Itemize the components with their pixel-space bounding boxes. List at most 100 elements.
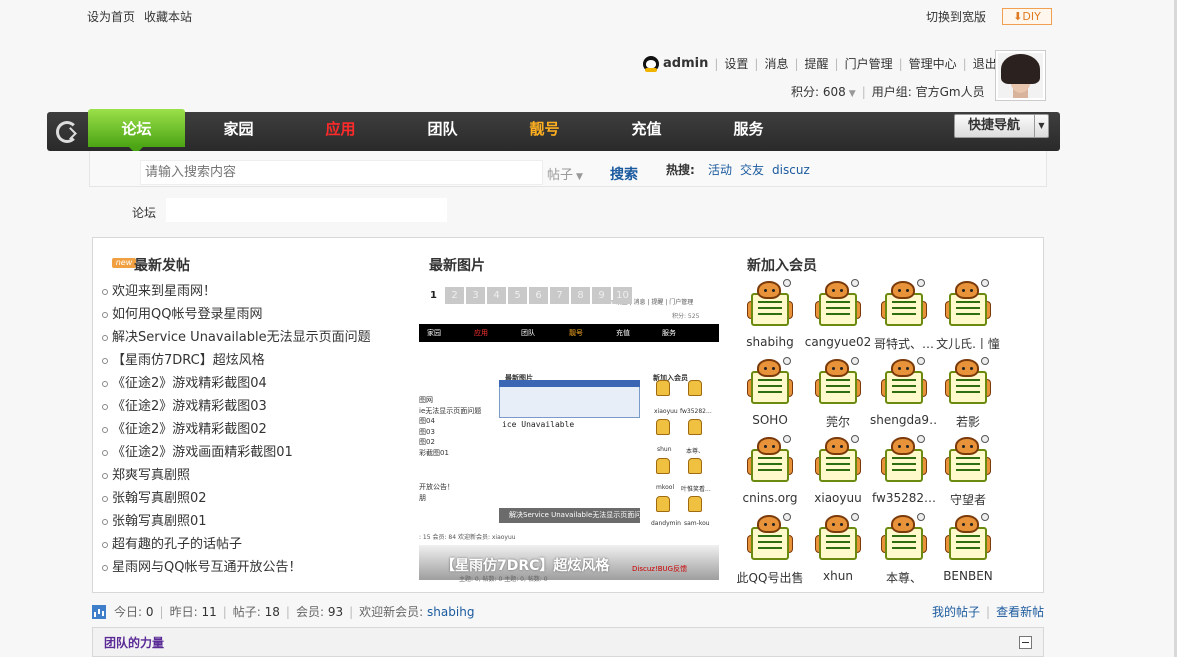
member-card[interactable]: shabihg xyxy=(736,279,804,349)
bookmark-link[interactable]: 收藏本站 xyxy=(144,10,192,24)
username-link[interactable]: admin xyxy=(663,56,708,71)
reminders-link[interactable]: 提醒 xyxy=(805,55,829,72)
post-link[interactable]: 解决Service Unavailable无法显示页面问题 xyxy=(112,330,371,345)
points-menu[interactable]: 积分: 608 ▼ xyxy=(791,83,856,100)
member-card[interactable]: BENBEN xyxy=(934,513,1002,583)
post-link[interactable]: 《征途2》游戏精彩截图04 xyxy=(112,376,267,391)
member-card[interactable]: 若影 xyxy=(934,357,1002,430)
slide-caption-extra: 主题: 0, 帖数: 0 主题: 0, 帖数: 0 xyxy=(459,576,548,583)
hot-link-friends[interactable]: 交友 xyxy=(740,163,764,177)
member-name: 若影 xyxy=(955,415,980,429)
pager-button[interactable]: 4 xyxy=(487,287,506,304)
top-links: 设为首页 收藏本站 xyxy=(87,8,201,25)
member-card[interactable]: 本尊、 xyxy=(870,513,938,586)
post-link[interactable]: 超有趣的孔子的话帖子 xyxy=(112,537,242,552)
pager-button[interactable]: 7 xyxy=(550,287,569,304)
badge-icon xyxy=(981,279,989,287)
pager-button[interactable]: 3 xyxy=(466,287,485,304)
my-posts-link[interactable]: 我的帖子 xyxy=(932,605,980,619)
nav-item-team[interactable]: 团队 xyxy=(401,112,484,151)
post-link[interactable]: 如何用QQ帐号登录星雨网 xyxy=(112,307,262,322)
badge-icon xyxy=(783,435,791,443)
user-group-link[interactable]: 用户组: 官方Gm人员 xyxy=(872,83,985,100)
mini-avatar-icon xyxy=(656,380,670,396)
nav-item-forum[interactable]: 论坛 xyxy=(88,112,185,151)
search-type-select[interactable]: 帖子 ▼ xyxy=(547,164,583,183)
nav-item-vip-number[interactable]: 靓号 xyxy=(503,112,586,151)
pager-button[interactable]: 8 xyxy=(571,287,590,304)
qq-penguin-icon xyxy=(643,55,659,72)
member-card[interactable]: 守望者 xyxy=(934,435,1002,508)
slide-footer: : 15 会员: 84 欢迎新会员: xiaoyuu xyxy=(419,534,516,541)
collapse-icon[interactable] xyxy=(1019,636,1032,649)
hot-link-activity[interactable]: 活动 xyxy=(708,163,732,177)
member-avatar-icon xyxy=(881,513,927,563)
breadcrumb[interactable]: 论坛 xyxy=(132,204,156,221)
settings-link[interactable]: 设置 xyxy=(724,55,748,72)
member-name: SOHO xyxy=(752,413,788,427)
post-link[interactable]: 《征途2》游戏精彩截图02 xyxy=(112,422,267,437)
view-new-posts-link[interactable]: 查看新帖 xyxy=(996,605,1044,619)
search-input[interactable] xyxy=(140,160,543,185)
member-avatar-icon xyxy=(815,357,861,407)
post-link[interactable]: 【星雨仿7DRC】超炫风格 xyxy=(112,353,265,368)
hot-link-discuz[interactable]: discuz xyxy=(772,163,810,177)
member-card[interactable]: shengda9… xyxy=(870,357,938,427)
member-card[interactable]: 哥特式、… xyxy=(870,279,938,352)
slide-side-list: 图网 ie无法显示页面问题 图04 图03 图02 彩截图01 开放公告！ 朋 xyxy=(419,396,482,502)
hot-search-label: 热搜: xyxy=(666,163,695,177)
search-button[interactable]: 搜索 xyxy=(610,164,638,184)
post-link[interactable]: 星雨网与QQ帐号互通开放公告！ xyxy=(112,560,301,575)
avatar[interactable] xyxy=(995,50,1046,101)
post-link[interactable]: 《征途2》游戏精彩截图03 xyxy=(112,399,267,414)
portal-admin-link[interactable]: 门户管理 xyxy=(845,55,893,72)
refresh-home-icon[interactable] xyxy=(56,121,78,143)
quick-nav-button[interactable]: 快捷导航 ▼ xyxy=(954,114,1049,138)
member-card[interactable]: xhun xyxy=(804,513,872,583)
member-card[interactable]: cangyue02 xyxy=(804,279,872,349)
post-link[interactable]: 《征途2》游戏画面精彩截图01 xyxy=(112,445,293,460)
member-card[interactable]: xiaoyuu xyxy=(804,435,872,505)
post-link[interactable]: 张翰写真剧照02 xyxy=(112,491,207,506)
badge-icon xyxy=(917,279,925,287)
logout-link[interactable]: 退出 xyxy=(973,55,997,72)
admin-center-link[interactable]: 管理中心 xyxy=(909,55,957,72)
post-link[interactable]: 欢迎来到星雨网！ xyxy=(112,284,216,299)
set-home-link[interactable]: 设为首页 xyxy=(87,10,135,24)
member-card[interactable]: fw35282… xyxy=(870,435,938,505)
member-name: xiaoyuu xyxy=(814,491,862,505)
pager-button[interactable]: 6 xyxy=(529,287,548,304)
latest-images-title: 最新图片 xyxy=(429,258,485,274)
member-name: BENBEN xyxy=(943,569,993,583)
member-card[interactable]: 此QQ号出售 xyxy=(736,513,804,586)
member-name: cangyue02 xyxy=(804,335,872,349)
team-section-title[interactable]: 团队的力量 xyxy=(104,634,164,651)
post-link[interactable]: 张翰写真剧照01 xyxy=(112,514,207,529)
nav-item-apps[interactable]: 应用 xyxy=(299,112,382,151)
badge-icon xyxy=(783,357,791,365)
diy-button[interactable]: ⬇DIY xyxy=(1002,8,1052,25)
member-avatar-icon xyxy=(815,435,861,485)
slide-caption[interactable]: 【星雨仿7DRC】超炫风格 xyxy=(441,555,609,575)
pager-button[interactable]: 9 xyxy=(592,287,611,304)
pager-button[interactable]: 1 xyxy=(424,287,443,304)
nav-item-service[interactable]: 服务 xyxy=(707,112,790,151)
nav-item-recharge[interactable]: 充值 xyxy=(605,112,688,151)
new-member-link[interactable]: shabihg xyxy=(427,605,474,619)
member-card[interactable]: 文儿氏.丨憧 xyxy=(934,279,1002,352)
member-avatar-icon xyxy=(945,279,991,329)
main-nav: 论坛 家园 应用 团队 靓号 充值 服务 快捷导航 ▼ xyxy=(47,109,1060,154)
member-avatar-icon xyxy=(747,513,793,563)
member-card[interactable]: cnins.org xyxy=(736,435,804,505)
pager-button[interactable]: 2 xyxy=(445,287,464,304)
pager-button[interactable]: 5 xyxy=(508,287,527,304)
member-card[interactable]: SOHO xyxy=(736,357,804,427)
member-avatar-icon xyxy=(747,279,793,329)
messages-link[interactable]: 消息 xyxy=(764,55,788,72)
post-link[interactable]: 郑爽写真剧照 xyxy=(112,468,190,483)
member-card[interactable]: 莞尔 xyxy=(804,357,872,430)
pager-button[interactable]: 10 xyxy=(613,287,632,304)
mini-avatar-icon xyxy=(688,380,702,396)
nav-item-home[interactable]: 家园 xyxy=(197,112,280,151)
switch-wide-link[interactable]: 切换到宽版 xyxy=(926,8,986,25)
